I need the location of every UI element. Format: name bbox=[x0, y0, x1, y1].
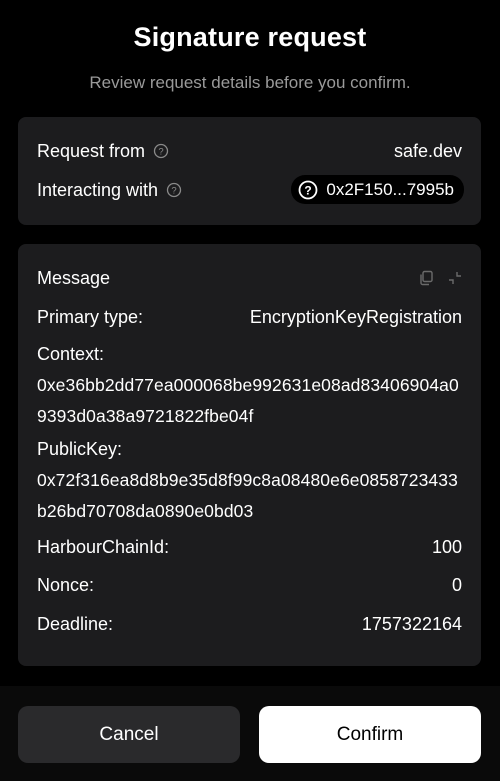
page-subtitle: Review request details before you confir… bbox=[89, 73, 411, 92]
interacting-with-label: Interacting with bbox=[37, 179, 159, 200]
collapse-icon[interactable] bbox=[448, 271, 462, 285]
chain-id-row: HarbourChainId: 100 bbox=[37, 536, 462, 558]
interacting-with-row: Interacting with ? ? 0x2F150...7995b bbox=[37, 175, 464, 204]
question-circle-icon: ? bbox=[298, 180, 318, 200]
primary-type-label: Primary type: bbox=[37, 307, 144, 327]
confirm-button[interactable]: Confirm bbox=[259, 706, 481, 763]
request-from-label: Request from bbox=[37, 141, 146, 161]
svg-text:?: ? bbox=[305, 183, 312, 197]
deadline-row: Deadline: 1757322164 bbox=[37, 613, 462, 635]
info-circle-icon[interactable]: ? bbox=[153, 143, 169, 159]
message-title: Message bbox=[37, 268, 111, 288]
context-value: 0xe36bb2dd77ea000068be992631e08ad8340690… bbox=[37, 375, 459, 426]
primary-type-row: Primary type: EncryptionKeyRegistration bbox=[37, 306, 462, 328]
contract-address: 0x2F150...7995b bbox=[326, 179, 454, 199]
request-from-value: safe.dev bbox=[393, 141, 462, 161]
copy-icon[interactable] bbox=[418, 270, 434, 286]
message-card: Message Primary type: EncryptionKeyRegis… bbox=[18, 244, 481, 666]
deadline-value: 1757322164 bbox=[361, 614, 462, 634]
chain-id-value: 100 bbox=[431, 537, 462, 557]
message-header: Message bbox=[37, 267, 462, 289]
cancel-button[interactable]: Cancel bbox=[18, 706, 240, 763]
nonce-label: Nonce: bbox=[37, 575, 95, 595]
context-field: Context: 0xe36bb2dd77ea000068be992631e08… bbox=[37, 339, 462, 432]
page-title: Signature request bbox=[133, 22, 367, 52]
request-details-card: Request from ? safe.dev Interacting with… bbox=[18, 117, 481, 225]
deadline-label: Deadline: bbox=[37, 614, 114, 634]
info-circle-icon[interactable]: ? bbox=[166, 182, 182, 198]
nonce-row: Nonce: 0 bbox=[37, 574, 462, 596]
primary-type-value: EncryptionKeyRegistration bbox=[249, 307, 462, 327]
contract-address-pill[interactable]: ? 0x2F150...7995b bbox=[291, 175, 464, 204]
request-from-row: Request from ? safe.dev bbox=[37, 140, 462, 162]
chain-id-label: HarbourChainId: bbox=[37, 537, 170, 557]
publickey-value: 0x72f316ea8d8b9e35d8f99c8a08480e6e085872… bbox=[37, 470, 458, 521]
publickey-label: PublicKey: bbox=[37, 439, 123, 459]
publickey-field: PublicKey: 0x72f316ea8d8b9e35d8f99c8a084… bbox=[37, 434, 462, 527]
svg-text:?: ? bbox=[171, 185, 176, 196]
context-label: Context: bbox=[37, 344, 105, 364]
svg-text:?: ? bbox=[158, 147, 163, 158]
nonce-value: 0 bbox=[451, 575, 462, 595]
